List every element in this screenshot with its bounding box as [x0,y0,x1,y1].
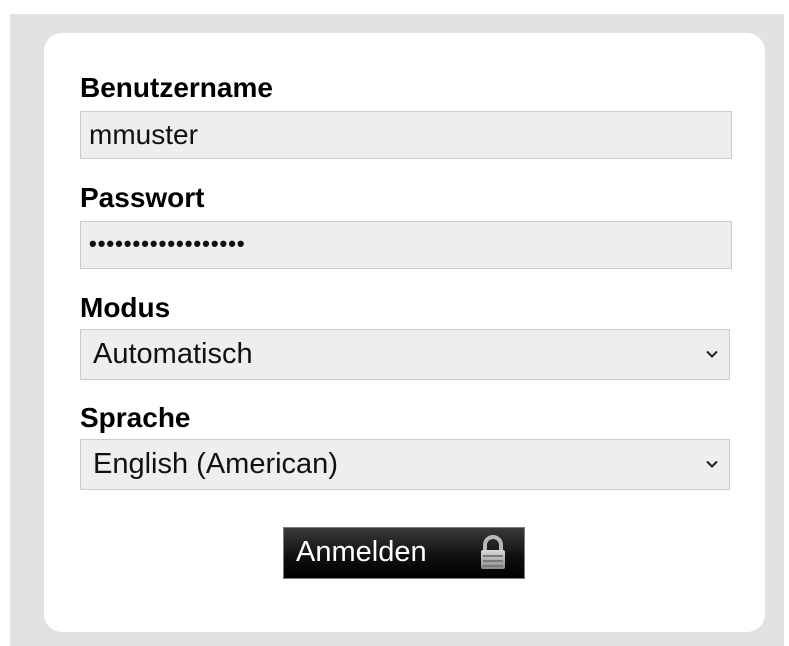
language-select[interactable]: English (American) [80,439,730,490]
password-label: Passwort [80,182,205,213]
language-label: Sprache [80,402,191,433]
login-button-label: Anmelden [296,536,427,568]
password-field[interactable]: •••••••••••••••••• [80,221,732,269]
lock-icon [481,535,505,569]
mode-select[interactable]: Automatisch [80,329,730,380]
language-select-value: English (American) [93,448,338,480]
username-field[interactable]: mmuster [80,111,732,159]
chevron-down-icon [706,350,718,358]
login-button[interactable]: Anmelden [283,527,525,579]
chevron-down-icon [706,460,718,468]
mode-label: Modus [80,292,171,323]
username-label: Benutzername [80,72,273,103]
mode-select-value: Automatisch [93,338,253,370]
